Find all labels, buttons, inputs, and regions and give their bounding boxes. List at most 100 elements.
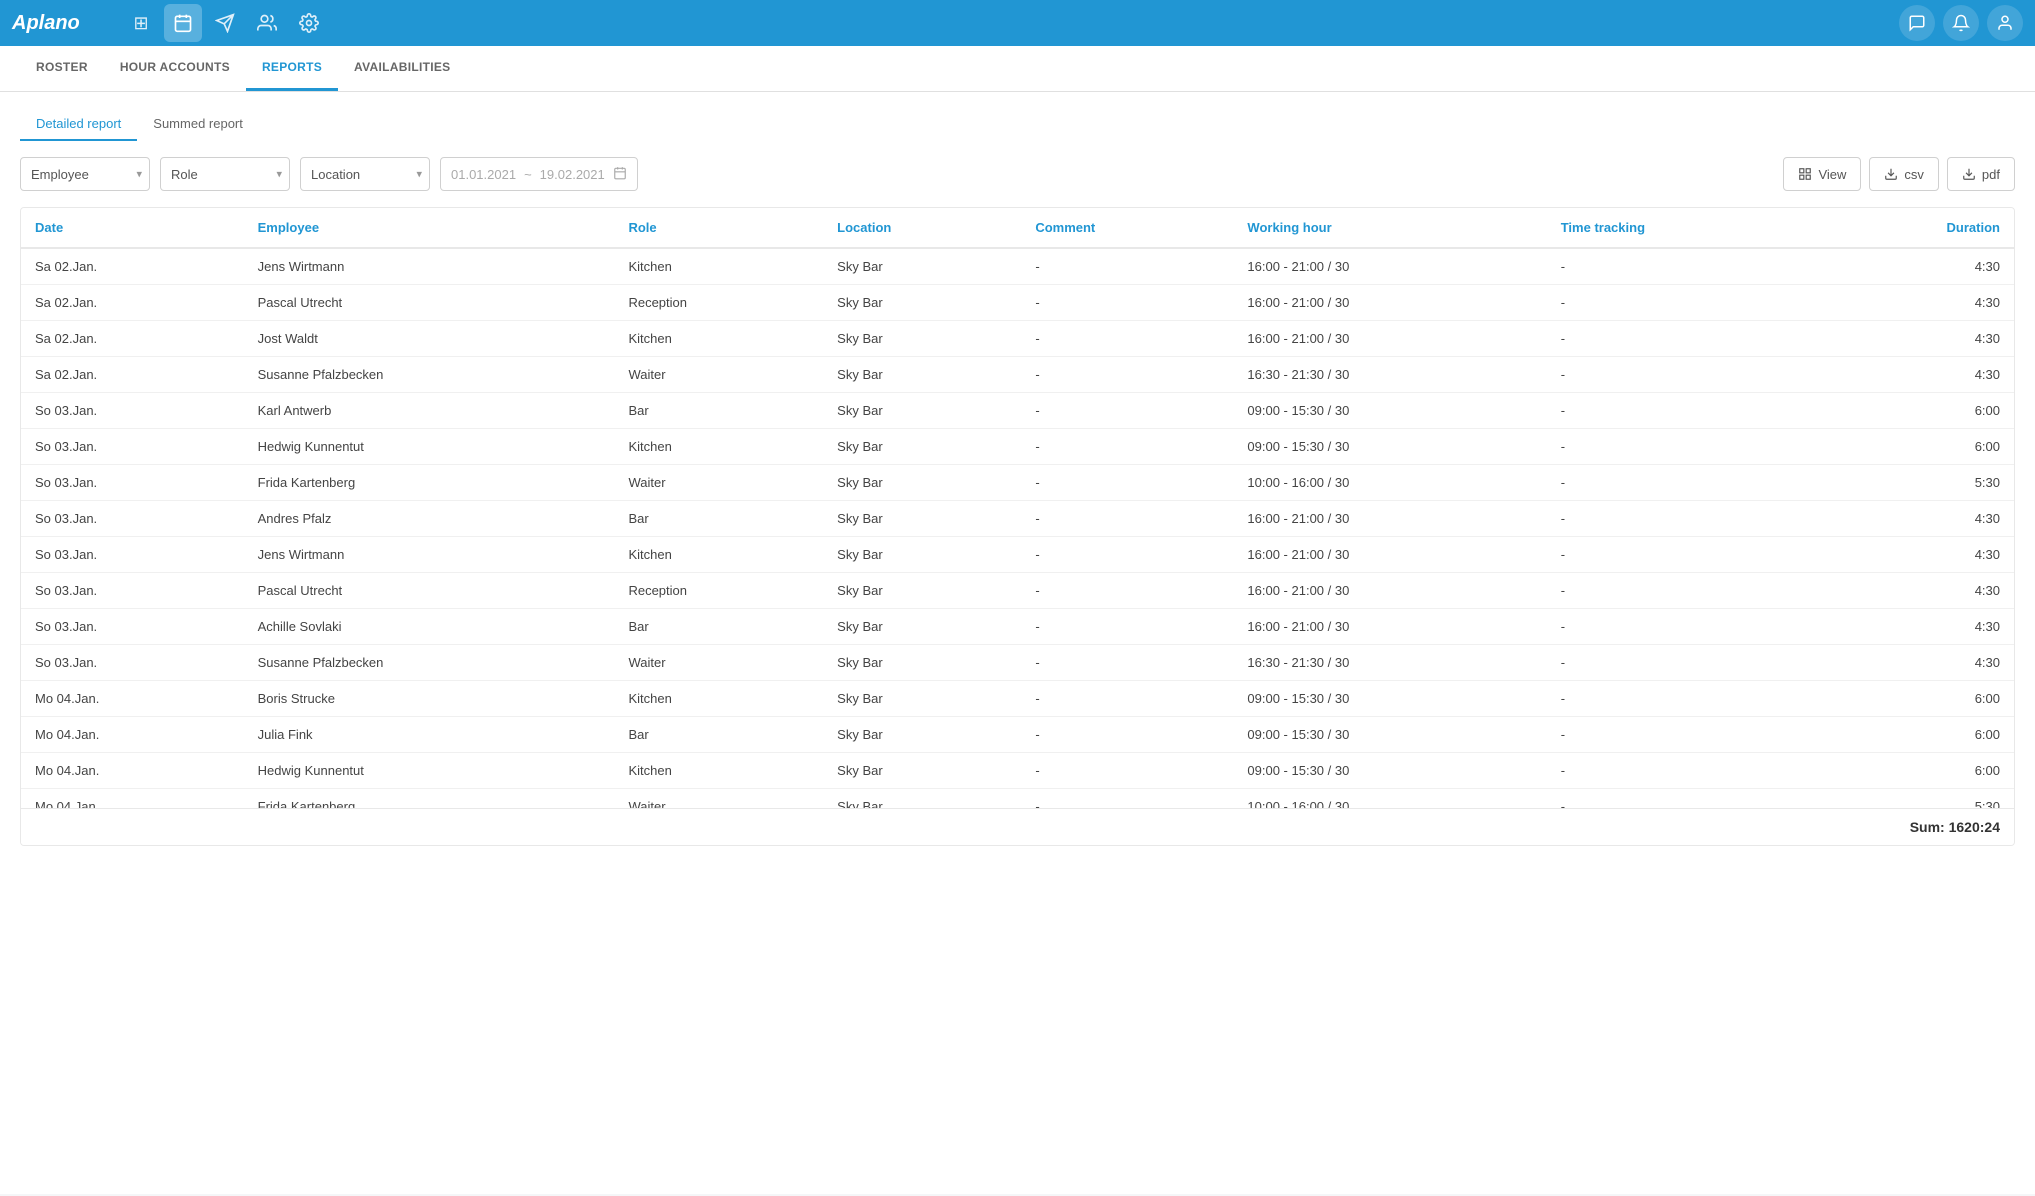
employee-cell: Hedwig Kunnentut	[244, 429, 615, 465]
table-row: So 03.Jan. Frida Kartenberg Waiter Sky B…	[21, 465, 2014, 501]
role-cell: Kitchen	[614, 537, 823, 573]
employee-filter[interactable]: Employee	[20, 157, 150, 191]
time-tracking-cell: -	[1547, 537, 1818, 573]
col-employee[interactable]: Employee	[244, 208, 615, 248]
col-role[interactable]: Role	[614, 208, 823, 248]
col-comment[interactable]: Comment	[1021, 208, 1233, 248]
location-cell: Sky Bar	[823, 248, 1021, 285]
date-cell: Mo 04.Jan.	[21, 717, 244, 753]
date-range-picker[interactable]: 01.01.2021 ~ 19.02.2021	[440, 157, 638, 191]
chat-button[interactable]	[1899, 5, 1935, 41]
view-label: View	[1818, 167, 1846, 182]
bell-button[interactable]	[1943, 5, 1979, 41]
time-tracking-cell: -	[1547, 429, 1818, 465]
employee-cell: Frida Kartenberg	[244, 465, 615, 501]
calendar-icon	[613, 166, 627, 183]
employee-cell: Pascal Utrecht	[244, 285, 615, 321]
role-cell: Bar	[614, 717, 823, 753]
role-cell: Reception	[614, 573, 823, 609]
location-cell: Sky Bar	[823, 789, 1021, 809]
col-working-hour[interactable]: Working hour	[1233, 208, 1546, 248]
time-tracking-cell: -	[1547, 321, 1818, 357]
duration-cell: 6:00	[1818, 681, 2014, 717]
role-cell: Kitchen	[614, 429, 823, 465]
comment-cell: -	[1021, 609, 1233, 645]
main-content: Detailed report Summed report Employee R…	[0, 92, 2035, 1194]
comment-cell: -	[1021, 357, 1233, 393]
table-row: Mo 04.Jan. Julia Fink Bar Sky Bar - 09:0…	[21, 717, 2014, 753]
top-nav: Aplano ⊞	[0, 0, 2035, 46]
pdf-button[interactable]: pdf	[1947, 157, 2015, 191]
role-filter[interactable]: Role	[160, 157, 290, 191]
table-row: So 03.Jan. Hedwig Kunnentut Kitchen Sky …	[21, 429, 2014, 465]
role-cell: Bar	[614, 393, 823, 429]
subnav-reports[interactable]: REPORTS	[246, 46, 338, 91]
report-table: Date Employee Role Location Comment Work…	[21, 208, 2014, 808]
role-cell: Kitchen	[614, 248, 823, 285]
working-hour-cell: 16:00 - 21:00 / 30	[1233, 609, 1546, 645]
time-tracking-cell: -	[1547, 681, 1818, 717]
employee-cell: Hedwig Kunnentut	[244, 753, 615, 789]
duration-cell: 6:00	[1818, 753, 2014, 789]
tab-summed-report[interactable]: Summed report	[137, 108, 259, 141]
col-duration[interactable]: Duration	[1818, 208, 2014, 248]
user-button[interactable]	[1987, 5, 2023, 41]
location-cell: Sky Bar	[823, 357, 1021, 393]
time-tracking-cell: -	[1547, 609, 1818, 645]
grid-nav-icon[interactable]: ⊞	[122, 4, 160, 42]
location-cell: Sky Bar	[823, 501, 1021, 537]
filters-bar: Employee Role Location 01.01.2021 ~ 19.0…	[20, 157, 2015, 191]
date-cell: So 03.Jan.	[21, 537, 244, 573]
employee-cell: Jens Wirtmann	[244, 248, 615, 285]
role-cell: Bar	[614, 609, 823, 645]
location-cell: Sky Bar	[823, 717, 1021, 753]
location-filter[interactable]: Location	[300, 157, 430, 191]
csv-button[interactable]: csv	[1869, 157, 1939, 191]
location-cell: Sky Bar	[823, 645, 1021, 681]
date-to: 19.02.2021	[540, 167, 605, 182]
role-cell: Waiter	[614, 789, 823, 809]
date-cell: Mo 04.Jan.	[21, 681, 244, 717]
table-row: Sa 02.Jan. Pascal Utrecht Reception Sky …	[21, 285, 2014, 321]
view-button[interactable]: View	[1783, 157, 1861, 191]
location-cell: Sky Bar	[823, 681, 1021, 717]
subnav-hour-accounts[interactable]: HOUR ACCOUNTS	[104, 46, 246, 91]
working-hour-cell: 16:00 - 21:00 / 30	[1233, 285, 1546, 321]
comment-cell: -	[1021, 501, 1233, 537]
working-hour-cell: 16:00 - 21:00 / 30	[1233, 321, 1546, 357]
subnav-availabilities[interactable]: AVAILABILITIES	[338, 46, 466, 91]
sub-nav: ROSTER HOUR ACCOUNTS REPORTS AVAILABILIT…	[0, 46, 2035, 92]
employee-filter-wrapper: Employee	[20, 157, 150, 191]
table-row: So 03.Jan. Achille Sovlaki Bar Sky Bar -…	[21, 609, 2014, 645]
nav-right	[1899, 5, 2023, 41]
tab-detailed-report[interactable]: Detailed report	[20, 108, 137, 141]
comment-cell: -	[1021, 645, 1233, 681]
time-tracking-cell: -	[1547, 465, 1818, 501]
col-time-tracking[interactable]: Time tracking	[1547, 208, 1818, 248]
duration-cell: 4:30	[1818, 537, 2014, 573]
col-date[interactable]: Date	[21, 208, 244, 248]
table-scroll[interactable]: Date Employee Role Location Comment Work…	[21, 208, 2014, 808]
comment-cell: -	[1021, 321, 1233, 357]
working-hour-cell: 09:00 - 15:30 / 30	[1233, 717, 1546, 753]
comment-cell: -	[1021, 537, 1233, 573]
plane-nav-icon[interactable]	[206, 4, 244, 42]
date-cell: Sa 02.Jan.	[21, 357, 244, 393]
calendar-nav-icon[interactable]	[164, 4, 202, 42]
time-tracking-cell: -	[1547, 645, 1818, 681]
comment-cell: -	[1021, 573, 1233, 609]
date-cell: So 03.Jan.	[21, 465, 244, 501]
working-hour-cell: 16:00 - 21:00 / 30	[1233, 501, 1546, 537]
comment-cell: -	[1021, 681, 1233, 717]
employee-cell: Achille Sovlaki	[244, 609, 615, 645]
subnav-roster[interactable]: ROSTER	[20, 46, 104, 91]
time-tracking-cell: -	[1547, 789, 1818, 809]
gear-nav-icon[interactable]	[290, 4, 328, 42]
people-nav-icon[interactable]	[248, 4, 286, 42]
location-cell: Sky Bar	[823, 753, 1021, 789]
date-cell: So 03.Jan.	[21, 393, 244, 429]
employee-cell: Julia Fink	[244, 717, 615, 753]
duration-cell: 4:30	[1818, 321, 2014, 357]
col-location[interactable]: Location	[823, 208, 1021, 248]
date-cell: Mo 04.Jan.	[21, 753, 244, 789]
